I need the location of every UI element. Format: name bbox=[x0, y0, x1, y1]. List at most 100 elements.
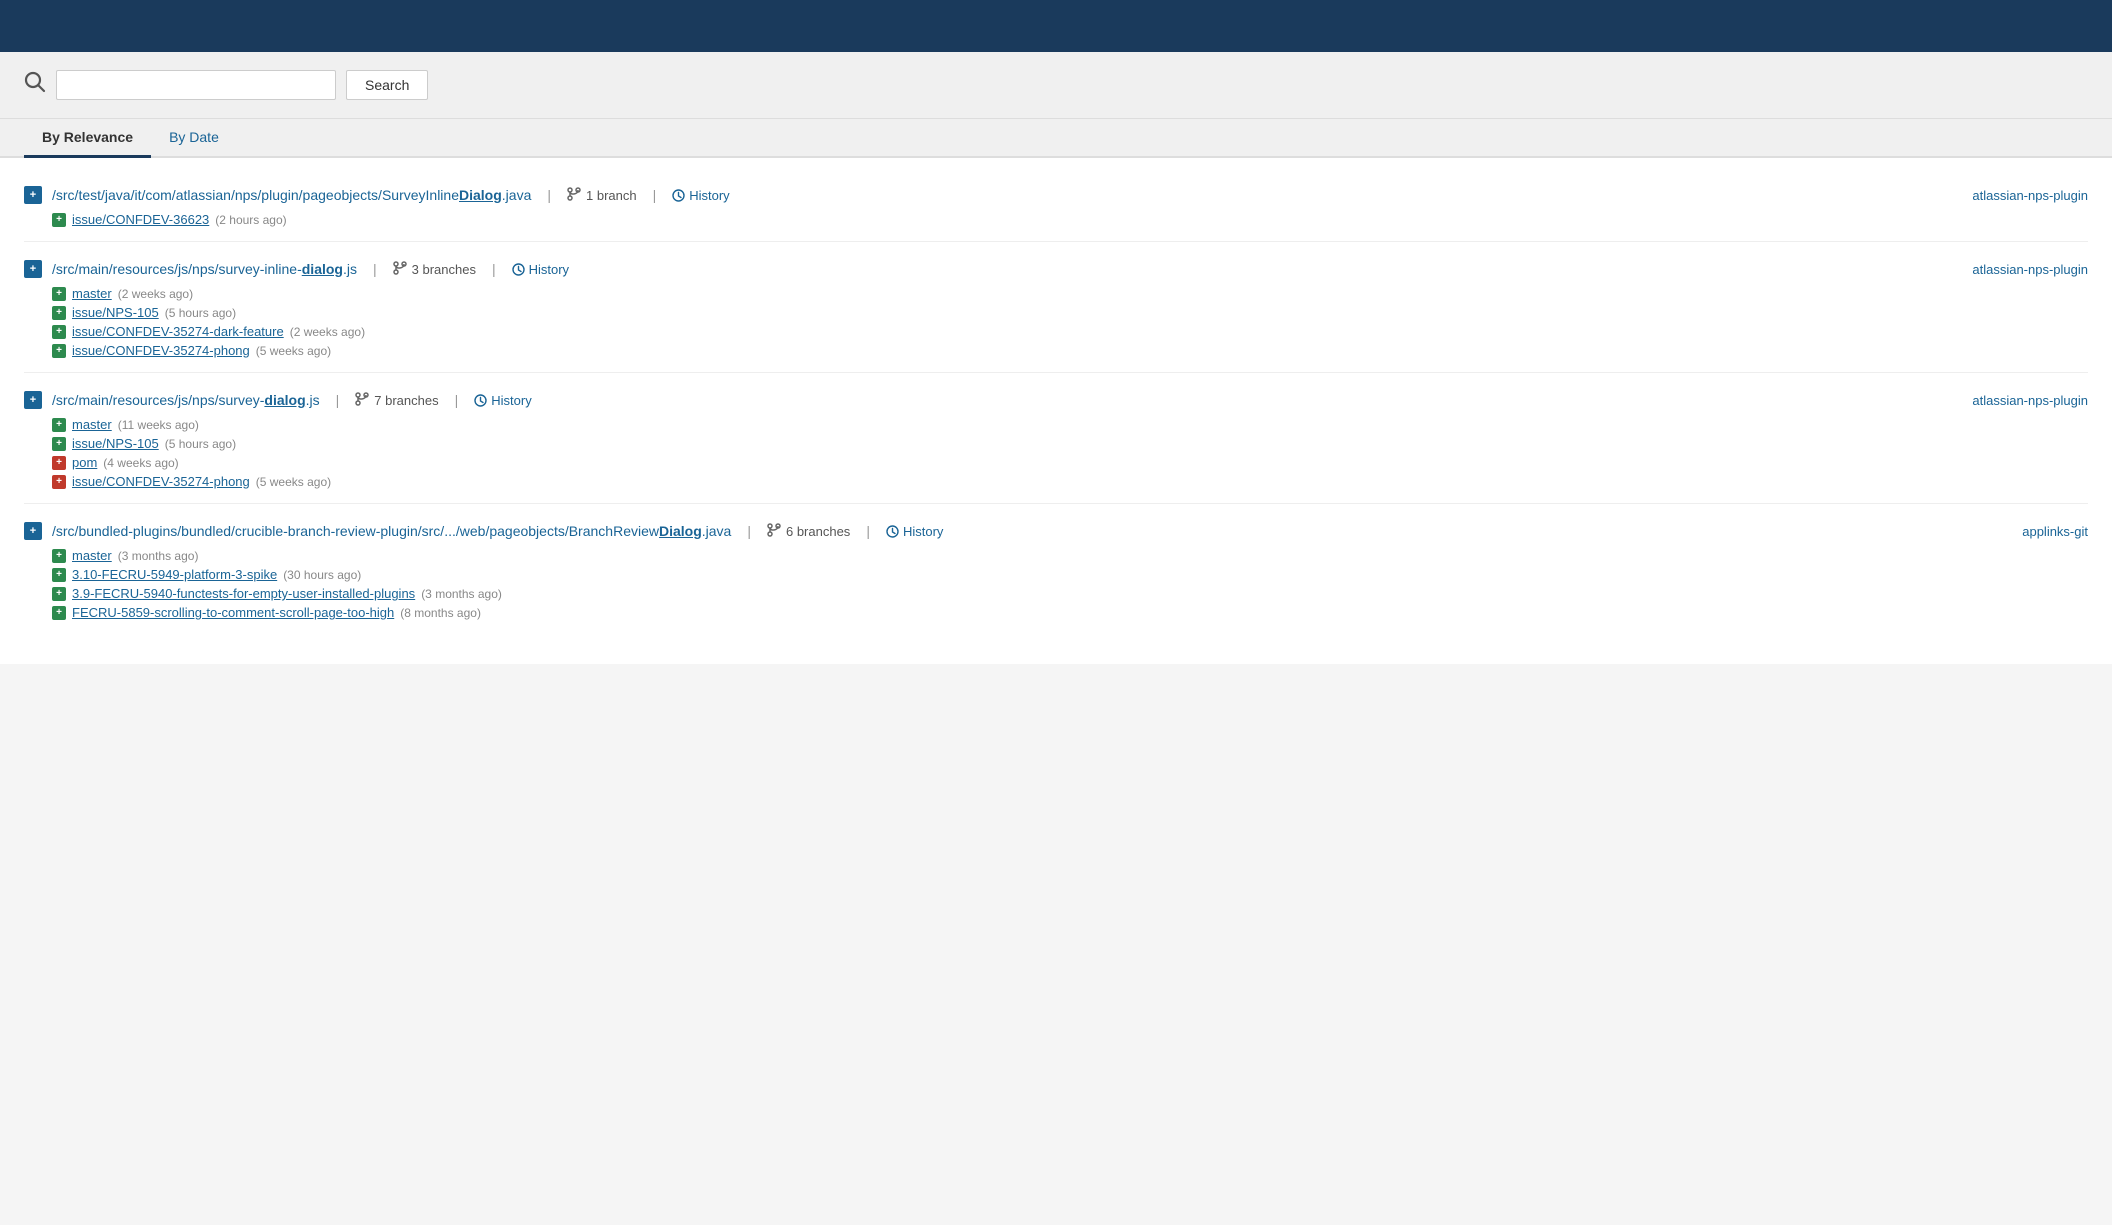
top-bar bbox=[0, 0, 2112, 52]
history-link-2[interactable]: History bbox=[512, 262, 569, 277]
branch-item-time: (4 weeks ago) bbox=[103, 456, 178, 470]
branch-item: +3.10-FECRU-5949-platform-3-spike (30 hou… bbox=[52, 567, 2088, 582]
branch-item-time: (5 weeks ago) bbox=[256, 475, 331, 489]
path-highlight: Dialog bbox=[459, 187, 502, 203]
file-path-link-3[interactable]: /src/main/resources/js/nps/survey-dialog… bbox=[52, 392, 320, 408]
branch-item-time: (2 weeks ago) bbox=[290, 325, 365, 339]
branch-list-1: + issue/CONFDEV-36623 (2 hours ago) bbox=[52, 212, 2088, 227]
result-item-4: + /src/bundled-plugins/bundled/crucible-b… bbox=[24, 504, 2088, 634]
path-prefix: /src/main/resources/js/nps/survey- bbox=[52, 392, 264, 408]
branch-info-2: 3 branches bbox=[393, 261, 476, 278]
separator: | bbox=[547, 187, 551, 203]
branch-item: +issue/NPS-105(5 hours ago) bbox=[52, 305, 2088, 320]
branch-item-name[interactable]: issue/NPS-105 bbox=[72, 436, 159, 451]
branch-item-name[interactable]: issue/CONFDEV-35274-dark-feature bbox=[72, 324, 284, 339]
branch-item-name[interactable]: issue/CONFDEV-35274-phong bbox=[72, 343, 250, 358]
branch-item: + pom (4 weeks ago) bbox=[52, 455, 2088, 470]
branch-item-icon-green: + bbox=[52, 325, 66, 339]
path-highlight: Dialog bbox=[659, 523, 702, 539]
branch-item: +issue/NPS-105(5 hours ago) bbox=[52, 436, 2088, 451]
repo-name-4: applinks-git bbox=[2022, 524, 2088, 539]
branch-item-time: (11 weeks ago) bbox=[118, 418, 199, 432]
branch-item-time: (3 months ago) bbox=[118, 549, 199, 563]
branch-item-icon-green: + bbox=[52, 306, 66, 320]
tab-by-relevance[interactable]: By Relevance bbox=[24, 119, 151, 158]
branch-count: 7 branches bbox=[374, 393, 438, 408]
branch-item: +3.9-FECRU-5940-functests-for-empty-user… bbox=[52, 586, 2088, 601]
branch-item-icon-green: + bbox=[52, 287, 66, 301]
branch-item-name[interactable]: issue/CONFDEV-36623 bbox=[72, 212, 209, 227]
branch-item: +master(2 weeks ago) bbox=[52, 286, 2088, 301]
branch-icon bbox=[393, 261, 407, 278]
branch-item: + issue/CONFDEV-35274-dark-feature (2 week… bbox=[52, 324, 2088, 339]
path-suffix: .js bbox=[306, 392, 320, 408]
repo-name-2: atlassian-nps-plugin bbox=[1972, 262, 2088, 277]
branch-icon bbox=[767, 523, 781, 540]
branch-item-name[interactable]: master bbox=[72, 417, 112, 432]
branch-item: +issue/CONFDEV-35274-phong(5 weeks ago) bbox=[52, 474, 2088, 489]
branch-list-2: +master(2 weeks ago)+issue/NPS-105(5 hou… bbox=[52, 286, 2088, 358]
branch-item-icon-green: + bbox=[52, 213, 66, 227]
result-header-1: + /src/test/java/it/com/atlassian/nps/plu… bbox=[24, 186, 2088, 204]
branch-item-time: (2 hours ago) bbox=[215, 213, 286, 227]
path-prefix: /src/test/java/it/com/atlassian/nps/plug… bbox=[52, 187, 459, 203]
branch-item-name[interactable]: 3.9-FECRU-5940-functests-for-empty-user-… bbox=[72, 586, 415, 601]
path-highlight: dialog bbox=[264, 392, 305, 408]
branch-item: + issue/CONFDEV-36623 (2 hours ago) bbox=[52, 212, 2088, 227]
branch-item-icon-green: + bbox=[52, 344, 66, 358]
branch-item-name[interactable]: FECRU-5859-scrolling-to-comment-scroll-p… bbox=[72, 605, 394, 620]
search-icon bbox=[24, 71, 46, 99]
search-button[interactable]: Search bbox=[346, 70, 428, 100]
branch-item-name[interactable]: issue/CONFDEV-35274-phong bbox=[72, 474, 250, 489]
branch-item-time: (30 hours ago) bbox=[283, 568, 361, 582]
separator-2: | bbox=[492, 261, 496, 277]
branch-item-name[interactable]: master bbox=[72, 286, 112, 301]
search-input[interactable]: dialog bbox=[56, 70, 336, 100]
separator-2: | bbox=[866, 523, 870, 539]
history-link-3[interactable]: History bbox=[474, 393, 531, 408]
file-path-link-4[interactable]: /src/bundled-plugins/bundled/crucible-br… bbox=[52, 523, 731, 539]
branch-item: + master (11 weeks ago) bbox=[52, 417, 2088, 432]
branch-item-name[interactable]: issue/NPS-105 bbox=[72, 305, 159, 320]
branch-item-icon-green: + bbox=[52, 418, 66, 432]
branch-list-3: +master(11 weeks ago)+issue/NPS-105(5 ho… bbox=[52, 417, 2088, 489]
path-suffix: .java bbox=[502, 187, 532, 203]
file-icon-3: + bbox=[24, 391, 42, 409]
branch-item-icon-green: + bbox=[52, 437, 66, 451]
result-item-2: + /src/main/resources/js/nps/survey-inlin… bbox=[24, 242, 2088, 373]
branch-item-name[interactable]: pom bbox=[72, 455, 97, 470]
file-path-link-2[interactable]: /src/main/resources/js/nps/survey-inline… bbox=[52, 261, 357, 277]
branch-item-name[interactable]: 3.10-FECRU-5949-platform-3-spike bbox=[72, 567, 277, 582]
separator: | bbox=[747, 523, 751, 539]
tab-by-date[interactable]: By Date bbox=[151, 119, 237, 158]
branch-item-time: (3 months ago) bbox=[421, 587, 502, 601]
result-item-1: + /src/test/java/it/com/atlassian/nps/plu… bbox=[24, 168, 2088, 242]
branch-item-time: (5 weeks ago) bbox=[256, 344, 331, 358]
result-header-4: +/src/bundled-plugins/bundled/crucible-b… bbox=[24, 522, 2088, 540]
branch-info-4: 6 branches bbox=[767, 523, 850, 540]
path-suffix: .java bbox=[702, 523, 732, 539]
branch-item: + master (3 months ago) bbox=[52, 548, 2088, 563]
result-header-3: + /src/main/resources/js/nps/survey-dialo… bbox=[24, 391, 2088, 409]
branch-item-time: (8 months ago) bbox=[400, 606, 481, 620]
separator-2: | bbox=[653, 187, 657, 203]
separator: | bbox=[336, 392, 340, 408]
search-bar: dialog Search bbox=[0, 52, 2112, 119]
result-header-2: + /src/main/resources/js/nps/survey-inlin… bbox=[24, 260, 2088, 278]
branch-item-name[interactable]: master bbox=[72, 548, 112, 563]
separator: | bbox=[373, 261, 377, 277]
branch-item-icon-green: + bbox=[52, 549, 66, 563]
path-highlight: dialog bbox=[302, 261, 343, 277]
history-link-1[interactable]: History bbox=[672, 188, 729, 203]
branch-item-icon-green: + bbox=[52, 568, 66, 582]
file-path-link-1[interactable]: /src/test/java/it/com/atlassian/nps/plug… bbox=[52, 187, 531, 203]
repo-name-3: atlassian-nps-plugin bbox=[1972, 393, 2088, 408]
branch-item: + issue/CONFDEV-35274-phong (5 weeks ago) bbox=[52, 343, 2088, 358]
branch-item-icon-green: + bbox=[52, 606, 66, 620]
branch-item-icon-red: + bbox=[52, 456, 66, 470]
results-area: + /src/test/java/it/com/atlassian/nps/plu… bbox=[0, 158, 2112, 664]
tabs-bar: By Relevance By Date bbox=[0, 119, 2112, 158]
file-icon-1: + bbox=[24, 186, 42, 204]
file-icon-2: + bbox=[24, 260, 42, 278]
history-link-4[interactable]: History bbox=[886, 524, 943, 539]
